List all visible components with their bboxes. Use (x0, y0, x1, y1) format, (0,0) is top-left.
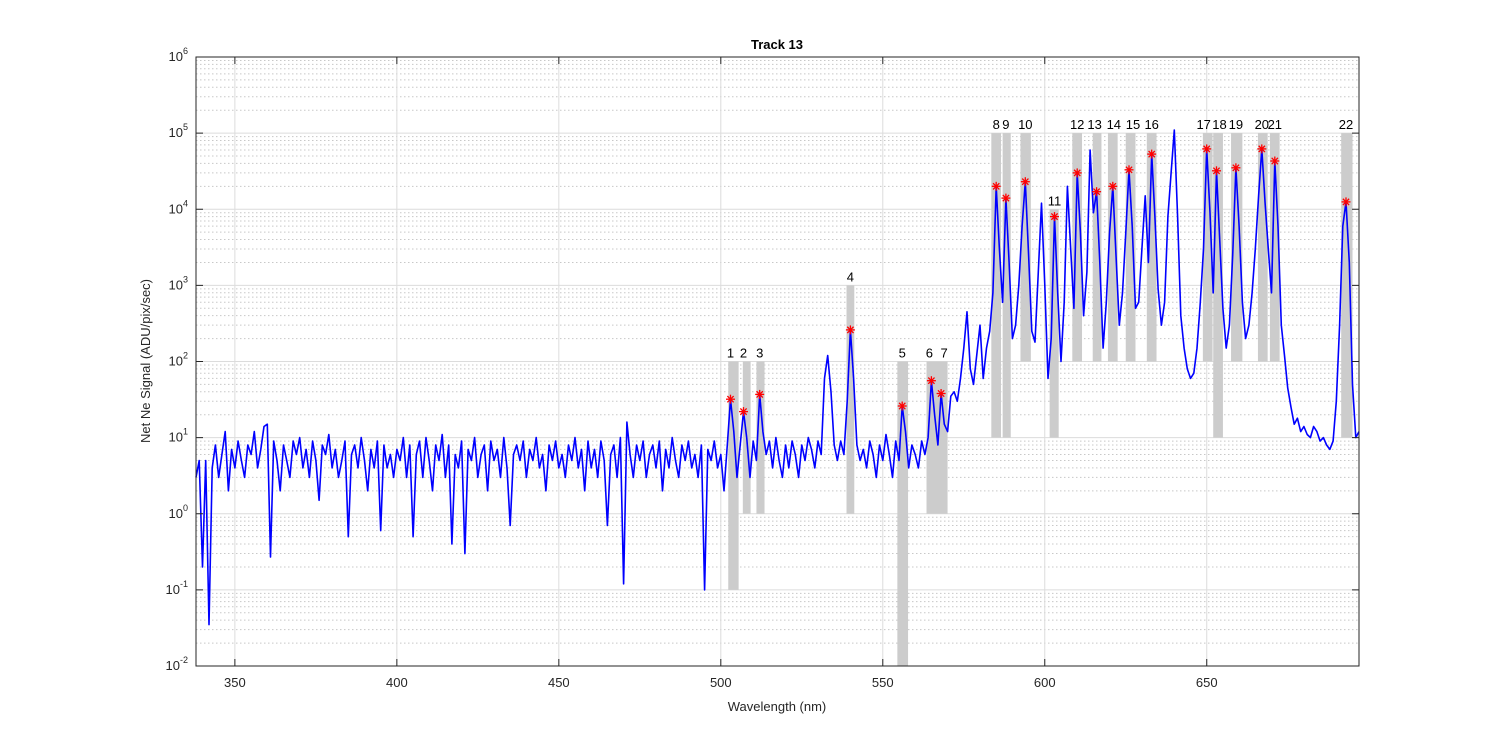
x-tick-label: 550 (872, 675, 894, 690)
peak-label: 1 (727, 346, 734, 361)
y-tick-label: 104 (169, 198, 188, 216)
peak-label: 22 (1339, 117, 1353, 132)
peak-label: 16 (1144, 117, 1158, 132)
peak-label: 17 (1196, 117, 1210, 132)
peak-label: 7 (940, 346, 947, 361)
y-tick-label: 102 (169, 351, 188, 369)
x-tick-label: 500 (710, 675, 732, 690)
peak-label: 3 (756, 346, 763, 361)
x-tick-label: 600 (1034, 675, 1056, 690)
grid (196, 56, 1359, 667)
chart-title: Track 13 (751, 37, 803, 52)
peak-label: 2 (740, 346, 747, 361)
peak-label: 18 (1212, 117, 1226, 132)
peak-label: 10 (1018, 117, 1032, 132)
peak-label: 21 (1268, 117, 1282, 132)
peak-label: 14 (1107, 117, 1121, 132)
y-tick-label: 106 (169, 46, 188, 64)
peak-label: 19 (1229, 117, 1243, 132)
peak-window (1092, 133, 1102, 362)
x-axis-label: Wavelength (nm) (728, 699, 827, 714)
x-tick-label: 350 (224, 675, 246, 690)
x-tick-label: 650 (1196, 675, 1218, 690)
y-axis-label: Net Ne Signal (ADU/pix/sec) (138, 279, 153, 443)
x-tick-label: 400 (386, 675, 408, 690)
peak-label: 11 (1048, 193, 1062, 208)
peak-label: 13 (1087, 117, 1101, 132)
x-tick-label: 450 (548, 675, 570, 690)
y-tick-label: 100 (169, 503, 188, 521)
y-tick-label: 105 (169, 122, 188, 140)
peak-label: 4 (847, 269, 854, 284)
peak-label: 12 (1070, 117, 1084, 132)
peak-label: 15 (1126, 117, 1140, 132)
y-tick-label: 10-2 (166, 655, 188, 673)
y-tick-label: 10-1 (166, 579, 188, 597)
peak-label: 8 (993, 117, 1000, 132)
y-tick-label: 103 (169, 274, 188, 292)
spectrum-chart: 1 2 345 6 78 9 101112 13 14 15 16 17 18 19 2021 22 350 4… (138, 37, 1360, 714)
peak-label: 6 (926, 346, 933, 361)
peak-label: 5 (899, 346, 906, 361)
peak-label: 9 (1002, 117, 1009, 132)
peak-window (1020, 133, 1031, 362)
peak-window (1341, 133, 1353, 438)
y-tick-label: 101 (169, 427, 188, 445)
